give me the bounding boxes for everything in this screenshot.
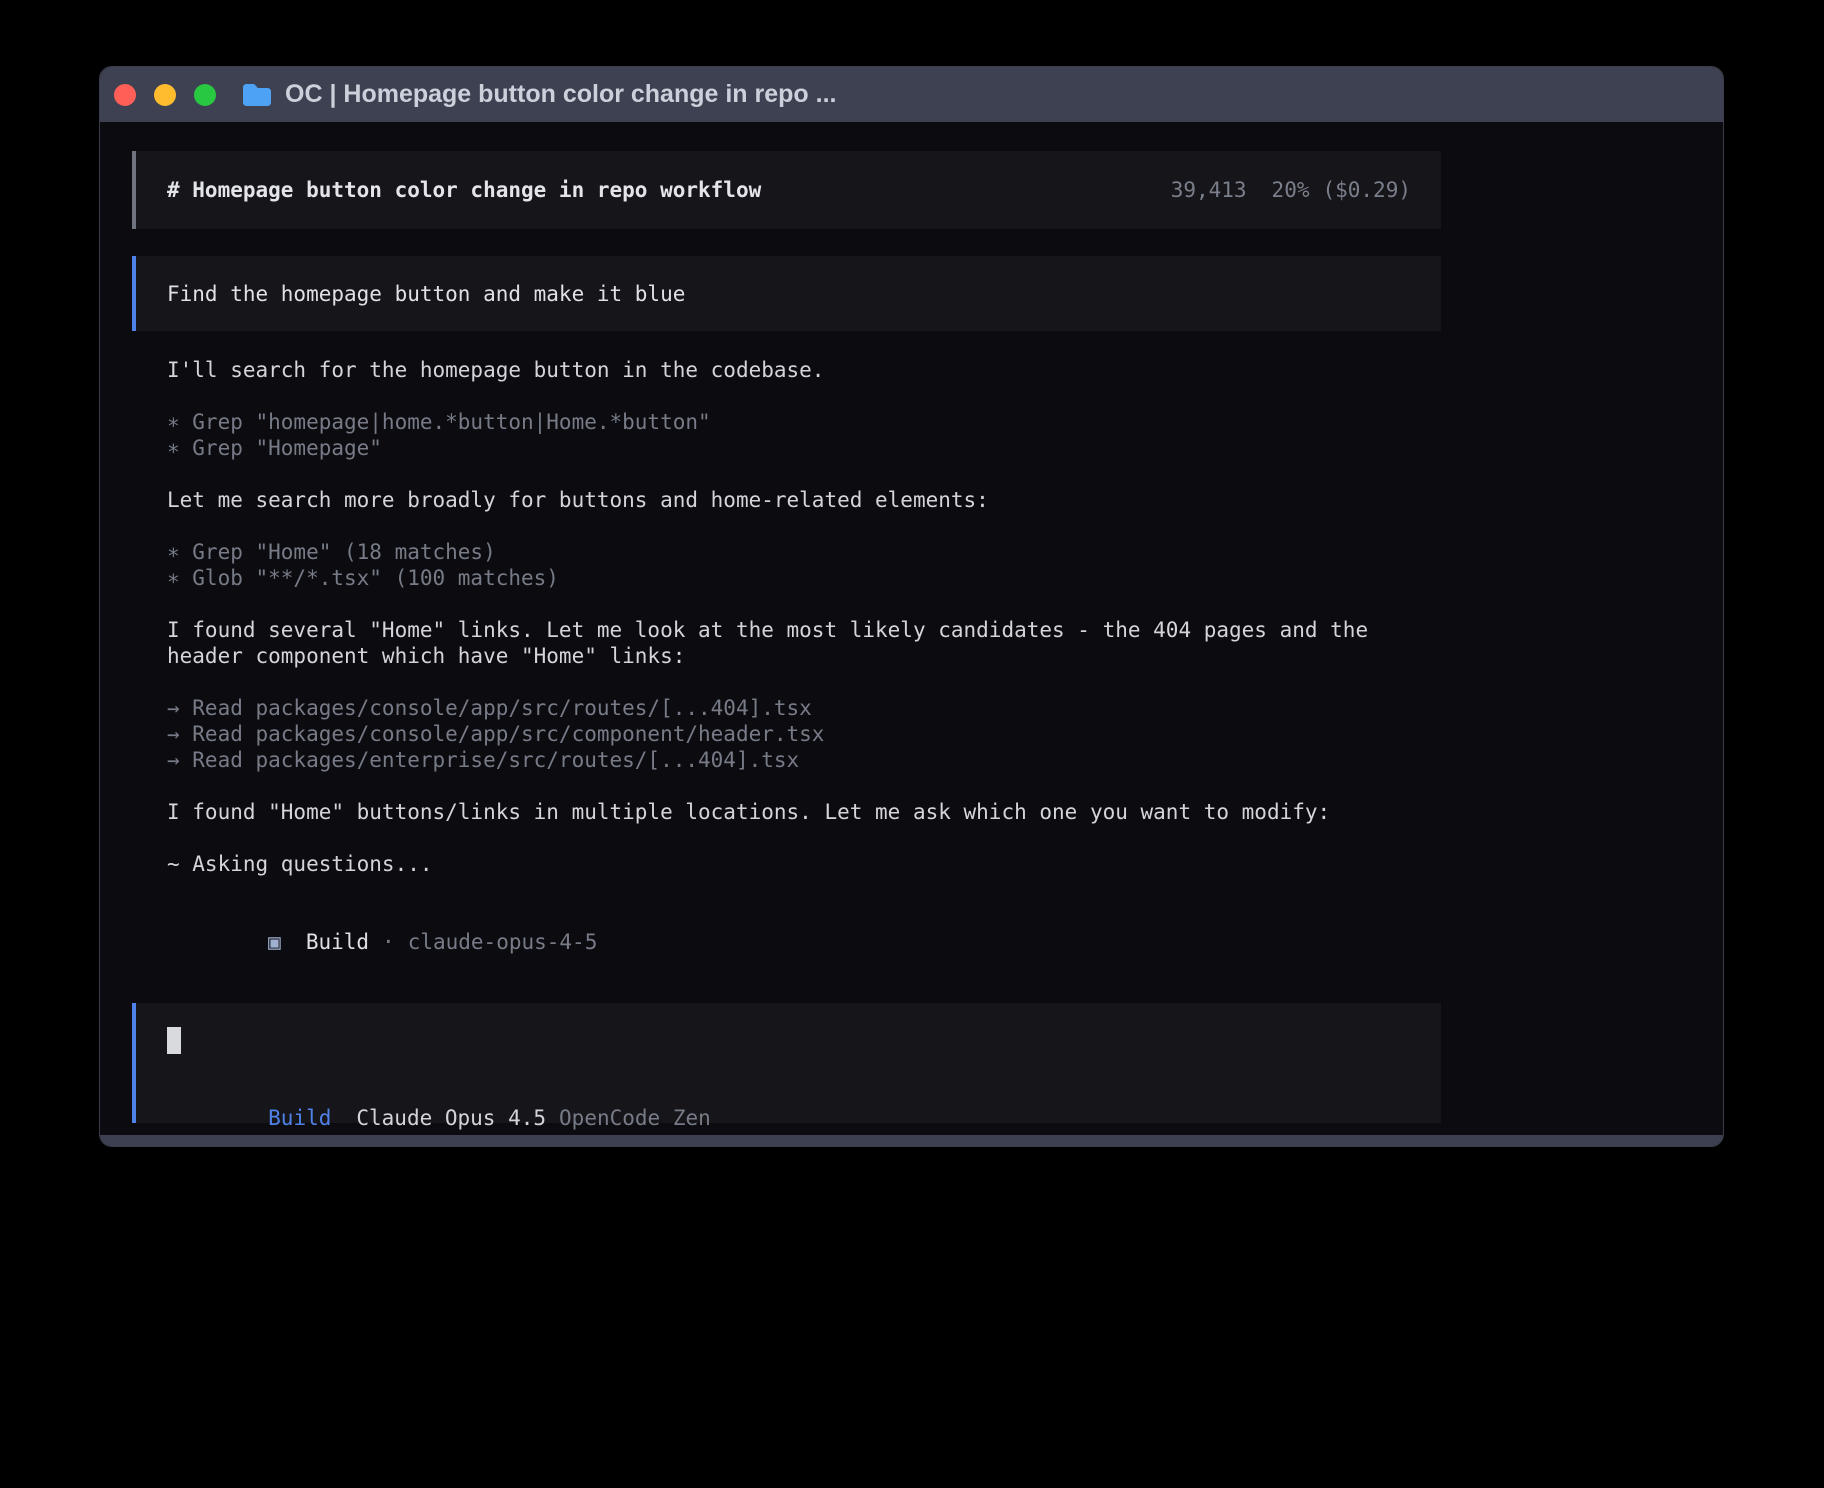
separator-dot: · [382, 930, 395, 954]
window-controls [114, 84, 216, 106]
tool-call-grep: ∗ Grep "homepage|home.*button|Home.*butt… [167, 409, 1441, 435]
window-bottom-edge [100, 1135, 1723, 1146]
assistant-text: Let me search more broadly for buttons a… [167, 487, 1441, 513]
folder-icon [242, 83, 272, 107]
tool-call-group: → Read packages/console/app/src/routes/[… [167, 695, 1441, 773]
user-message: Find the homepage button and make it blu… [132, 256, 1441, 331]
prompt-input[interactable]: BuildClaude Opus 4.5OpenCode Zen [132, 1003, 1441, 1123]
task-icon: ▣ [268, 930, 281, 954]
session-stats: 39,413 20% ($0.29) [1171, 177, 1411, 203]
active-model[interactable]: Claude Opus 4.5 [356, 1106, 546, 1130]
tool-call-read: → Read packages/enterprise/src/routes/[.… [167, 747, 1441, 773]
close-button[interactable] [114, 84, 136, 106]
text-cursor [167, 1027, 181, 1054]
assistant-text: I found "Home" buttons/links in multiple… [167, 799, 1441, 825]
tool-call-group: ∗ Grep "Home" (18 matches) ∗ Glob "**/*.… [167, 539, 1441, 591]
model-id: claude-opus-4-5 [408, 930, 598, 954]
tool-call-grep: ∗ Grep "Home" (18 matches) [167, 539, 1441, 565]
session-header: # Homepage button color change in repo w… [132, 151, 1441, 229]
window-title: OC | Homepage button color change in rep… [285, 80, 836, 109]
tool-call-group: ∗ Grep "homepage|home.*button|Home.*butt… [167, 409, 1441, 461]
assistant-transcript: I'll search for the homepage button in t… [132, 357, 1441, 981]
active-agent[interactable]: Build [268, 1106, 331, 1130]
terminal-window: OC | Homepage button color change in rep… [99, 66, 1724, 1147]
terminal-content: # Homepage button color change in repo w… [132, 151, 1441, 1147]
model-provider: OpenCode Zen [559, 1106, 711, 1130]
assistant-text: I found several "Home" links. Let me loo… [167, 617, 1441, 669]
titlebar[interactable]: OC | Homepage button color change in rep… [100, 67, 1723, 122]
tool-call-read: → Read packages/console/app/src/routes/[… [167, 695, 1441, 721]
assistant-activity-text: ~ Asking questions... [167, 851, 1441, 877]
token-count: 39,413 [1171, 178, 1247, 202]
session-cost: ($0.29) [1322, 178, 1411, 202]
desktop: { "window": { "title": "OC | Homepage bu… [0, 0, 1824, 1488]
tool-call-read: → Read packages/console/app/src/componen… [167, 721, 1441, 747]
agent-name: Build [306, 930, 369, 954]
assistant-text: I'll search for the homepage button in t… [167, 357, 1441, 383]
zoom-button[interactable] [194, 84, 216, 106]
session-title: # Homepage button color change in repo w… [167, 177, 761, 203]
context-percent: 20% [1272, 178, 1310, 202]
tool-call-glob: ∗ Glob "**/*.tsx" (100 matches) [167, 565, 1441, 591]
agent-status-line: ▣ Build · claude-opus-4-5 [167, 903, 1441, 981]
tool-call-grep: ∗ Grep "Homepage" [167, 435, 1441, 461]
minimize-button[interactable] [154, 84, 176, 106]
window-title-area: OC | Homepage button color change in rep… [242, 80, 836, 109]
user-message-text: Find the homepage button and make it blu… [167, 281, 685, 307]
